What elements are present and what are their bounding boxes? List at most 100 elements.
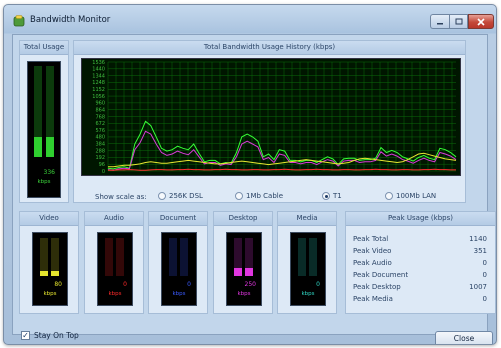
y-tick-label: 0	[102, 169, 105, 175]
y-tick-label: 384	[95, 142, 105, 148]
scale-selector: Show scale as: 256K DSL 1Mb Cable T1 100…	[95, 191, 465, 203]
document-meter: 0 kbps	[161, 232, 197, 306]
peak-row-document: Peak Document 0	[353, 271, 487, 279]
document-meter-title: Document	[149, 212, 207, 226]
peak-row-video: Peak Video 351	[353, 247, 487, 255]
close-window-button[interactable]	[468, 14, 494, 29]
scale-label: Show scale as:	[95, 193, 147, 201]
maximize-icon	[455, 18, 462, 25]
audio-meter-bar	[105, 238, 113, 276]
peak-value: 0	[482, 259, 487, 267]
peak-row-media: Peak Media 0	[353, 295, 487, 303]
media-meter-bar	[298, 238, 306, 276]
desktop-meter-value: 250	[244, 281, 256, 288]
total-usage-value: 336	[43, 169, 55, 176]
peak-label: Peak Video	[353, 247, 392, 255]
desktop-meter-fill	[245, 267, 253, 276]
y-tick-label: 1248	[92, 80, 105, 86]
y-tick-label: 864	[95, 107, 105, 113]
scale-option-t1[interactable]: T1	[322, 192, 342, 200]
peak-row-audio: Peak Audio 0	[353, 259, 487, 267]
peak-value: 351	[473, 247, 487, 255]
radio-icon[interactable]	[235, 192, 243, 200]
document-meter-bar	[180, 238, 188, 276]
minimize-button[interactable]	[430, 14, 449, 29]
audio-meter-value: 0	[123, 281, 127, 288]
title-bar[interactable]: Bandwidth Monitor	[4, 5, 496, 33]
video-meter-fill	[40, 271, 48, 276]
y-tick-label: 1536	[92, 60, 105, 66]
document-meter-value: 0	[187, 281, 191, 288]
video-meter-title: Video	[20, 212, 78, 226]
desktop-meter-bar	[245, 238, 253, 276]
client-area: Total Usage 336 kbps Total Bandwidth Usa…	[12, 34, 496, 335]
stay-on-top-checkbox[interactable]: ✓ Stay On Top	[21, 331, 79, 340]
y-tick-label: 192	[95, 155, 105, 161]
scale-option-label: T1	[333, 192, 342, 200]
y-tick-label: 768	[95, 114, 105, 120]
peak-label: Peak Document	[353, 271, 409, 279]
audio-meter: 0 kbps	[97, 232, 133, 306]
minimize-icon	[437, 22, 443, 24]
radio-icon[interactable]	[158, 192, 166, 200]
desktop-meter-fill	[234, 267, 242, 276]
document-meter-unit: kbps	[172, 291, 186, 297]
close-icon	[477, 17, 485, 26]
video-meter-bar	[40, 238, 48, 276]
usage-history-graph: 1536 1440 1344 1248 1152 1056 960 864 768 672 576 4…	[81, 58, 461, 176]
media-meter-panel: Media 0 kbps	[277, 211, 337, 314]
total-usage-unit: kbps	[37, 179, 51, 185]
media-meter-title: Media	[278, 212, 336, 226]
checkbox-checked-icon[interactable]: ✓	[21, 331, 30, 340]
audio-meter-title: Audio	[85, 212, 143, 226]
total-usage-panel: Total Usage 336 kbps	[19, 40, 69, 203]
desktop-meter: 250 kbps	[226, 232, 262, 306]
y-tick-label: 1152	[92, 87, 105, 93]
peak-row-desktop: Peak Desktop 1007	[353, 283, 487, 291]
total-usage-bar-right	[46, 66, 54, 157]
peak-value: 0	[482, 271, 487, 279]
peak-label: Peak Media	[353, 295, 393, 303]
peak-row-total: Peak Total 1140	[353, 235, 487, 243]
document-meter-panel: Document 0 kbps	[148, 211, 208, 314]
scale-option-label: 100Mb LAN	[396, 192, 437, 200]
scale-option-1mb-cable[interactable]: 1Mb Cable	[235, 192, 283, 200]
audio-meter-bar	[116, 238, 124, 276]
video-meter-value: 80	[54, 281, 62, 288]
history-title: Total Bandwidth Usage History (kbps)	[74, 41, 465, 55]
scale-option-label: 1Mb Cable	[246, 192, 284, 200]
radio-icon[interactable]	[385, 192, 393, 200]
total-usage-fill-left	[34, 136, 42, 157]
media-meter: 0 kbps	[290, 232, 326, 306]
history-panel: Total Bandwidth Usage History (kbps) 153…	[73, 40, 466, 203]
peak-label: Peak Total	[353, 235, 389, 243]
media-meter-bar	[309, 238, 317, 276]
close-button[interactable]: Close	[435, 331, 493, 344]
desktop-meter-unit: kbps	[237, 291, 251, 297]
scale-option-100mb-lan[interactable]: 100Mb LAN	[385, 192, 436, 200]
media-meter-unit: kbps	[301, 291, 315, 297]
desktop-meter-bar	[234, 238, 242, 276]
total-usage-bar-left	[34, 66, 42, 157]
desktop-meter-panel: Desktop 250 kbps	[213, 211, 273, 314]
total-usage-fill-right	[46, 136, 54, 157]
maximize-button[interactable]	[449, 14, 468, 29]
radio-selected-icon[interactable]	[322, 192, 330, 200]
peak-value: 1140	[469, 235, 487, 243]
y-tick-label: 1056	[92, 94, 105, 100]
y-tick-label: 480	[95, 135, 105, 141]
peak-label: Peak Desktop	[353, 283, 401, 291]
y-tick-label: 288	[95, 148, 105, 154]
app-icon	[13, 15, 25, 27]
video-meter-unit: kbps	[43, 291, 57, 297]
peak-value: 0	[482, 295, 487, 303]
peak-usage-title: Peak Usage (kbps)	[346, 212, 495, 226]
scale-option-256k-dsl[interactable]: 256K DSL	[158, 192, 203, 200]
y-tick-label: 576	[95, 128, 105, 134]
peak-label: Peak Audio	[353, 259, 392, 267]
video-meter-fill	[51, 271, 59, 276]
history-chart-svg: 1536144013441248115210569608647686725764…	[92, 60, 457, 175]
desktop-meter-title: Desktop	[214, 212, 272, 226]
media-meter-value: 0	[316, 281, 320, 288]
total-usage-meter: 336 kbps	[27, 61, 61, 198]
